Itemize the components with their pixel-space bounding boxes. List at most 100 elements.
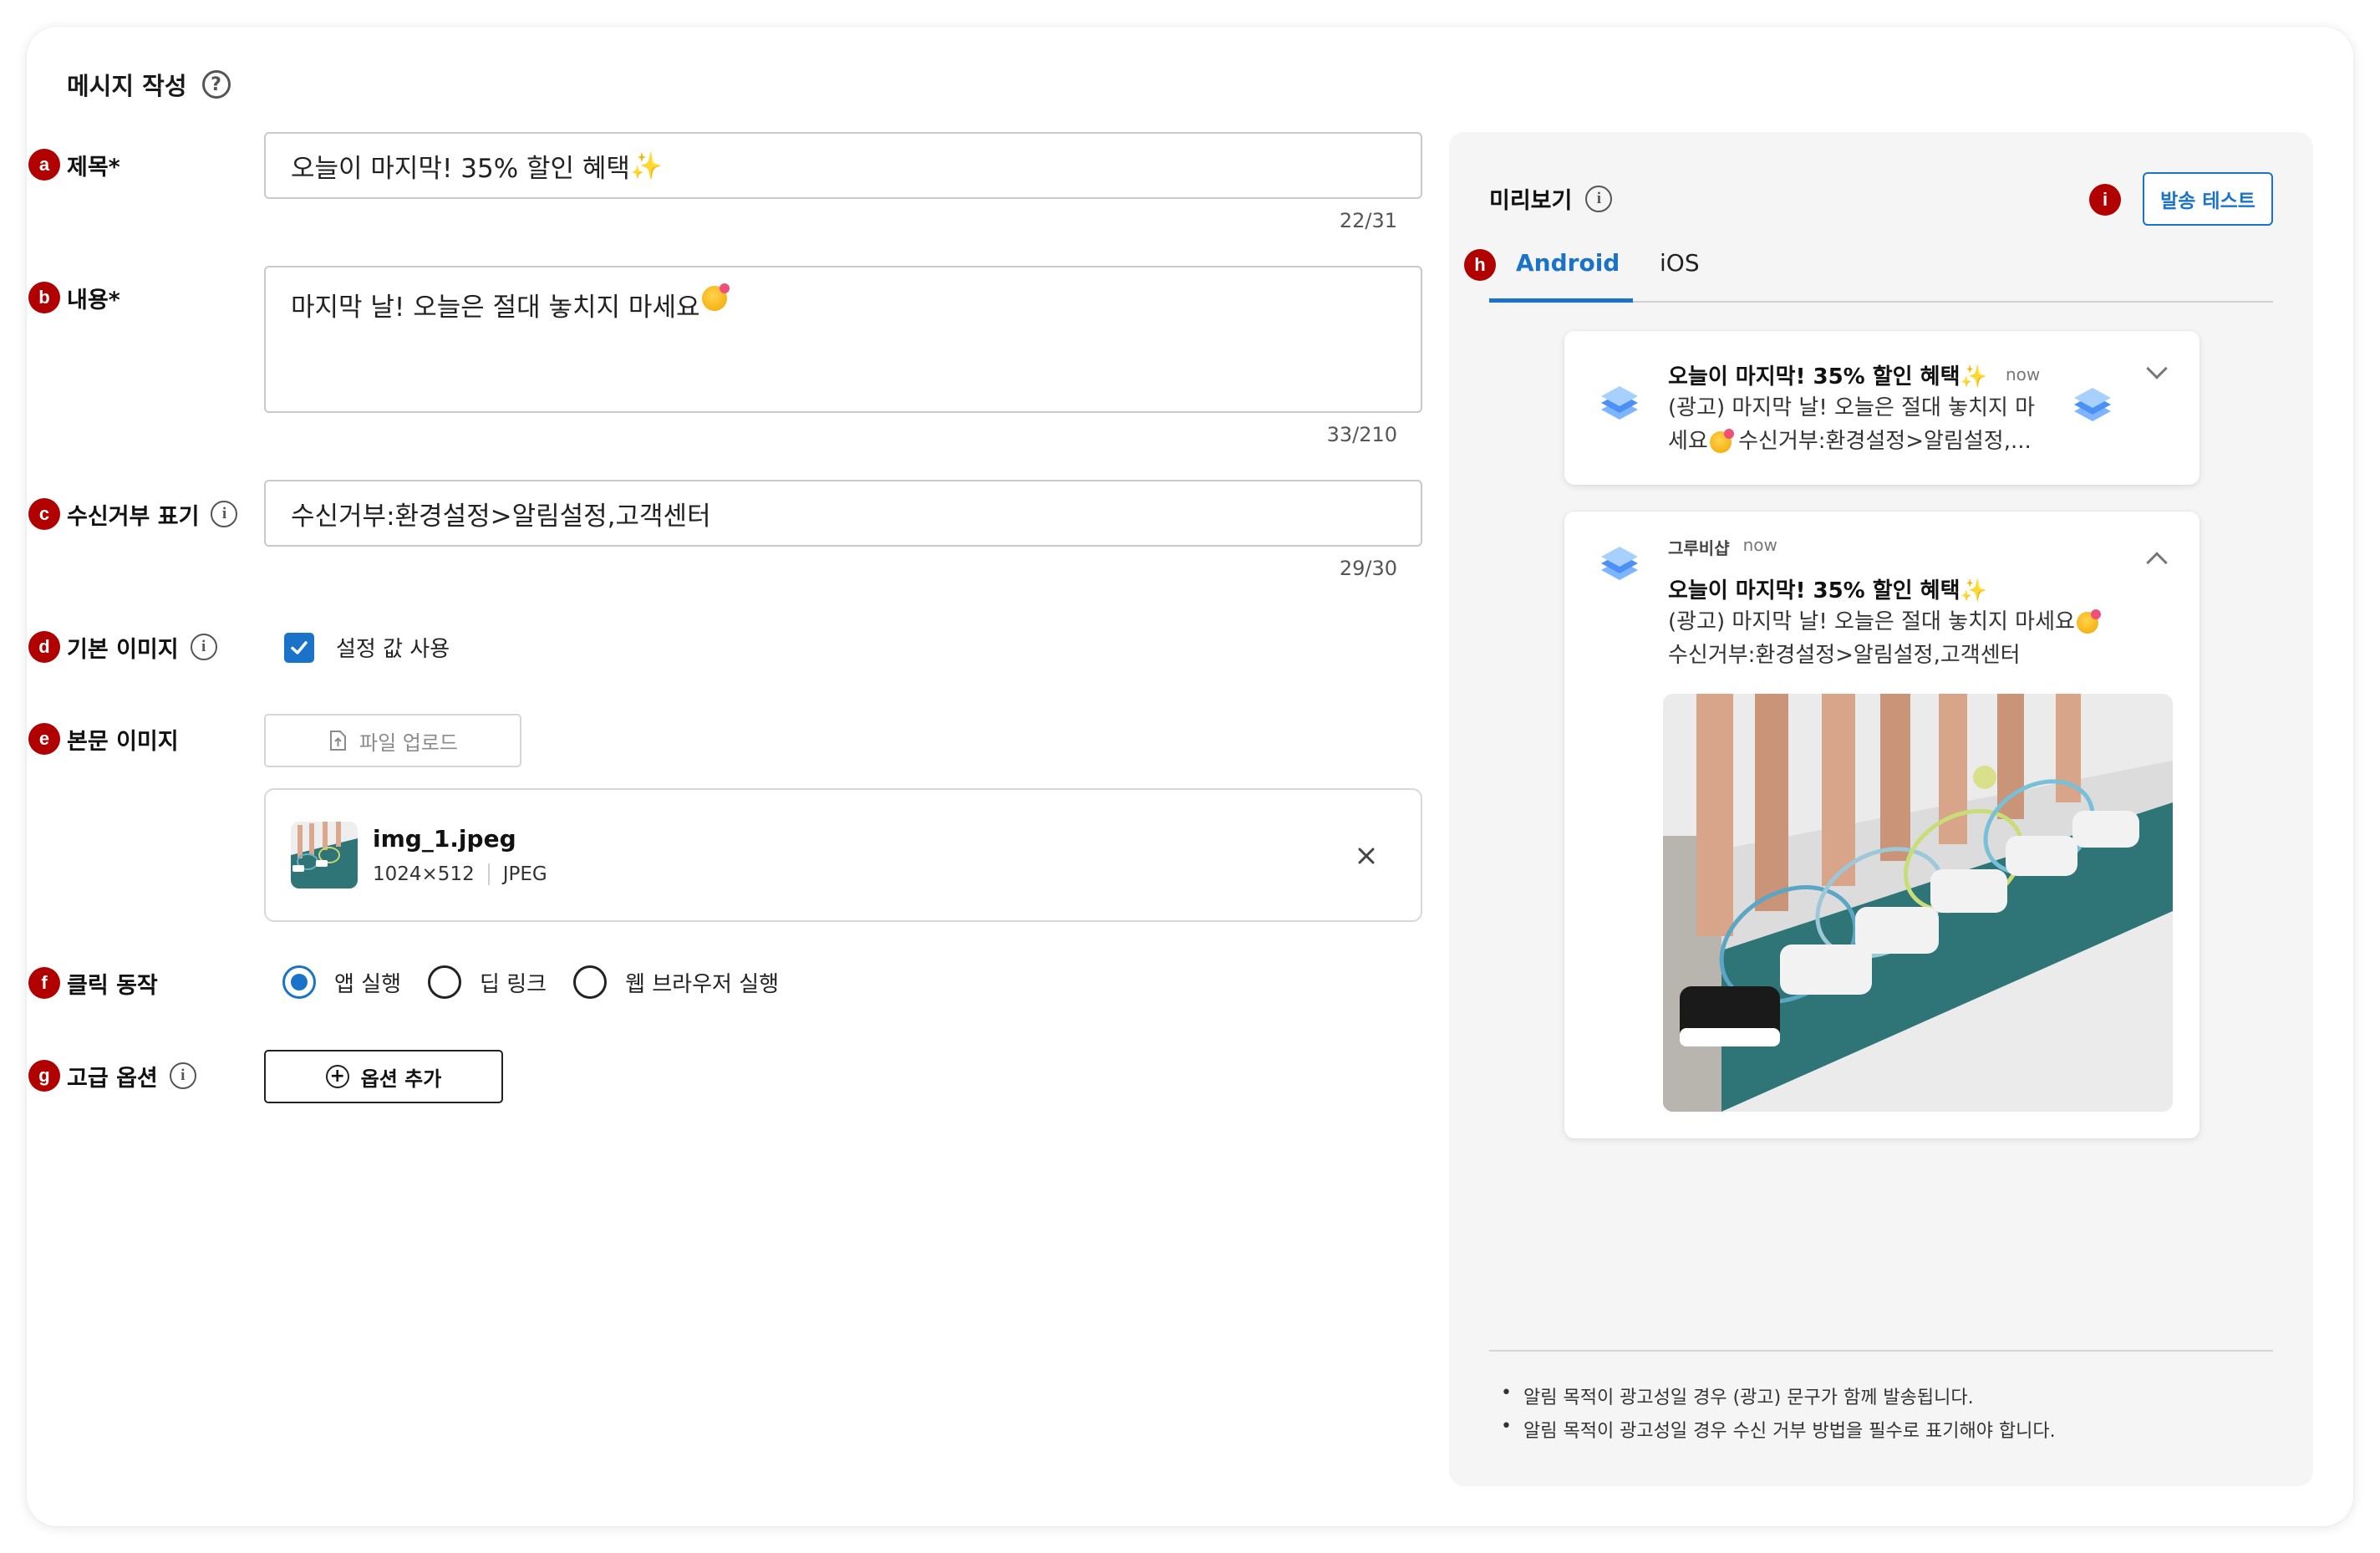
marker-b: b (28, 282, 60, 313)
collapsed-body-line1: (광고) 마지막 날! 오늘은 절대 놓치지 마 (1668, 395, 2036, 420)
remove-file-button[interactable] (1352, 842, 1381, 870)
help-icon[interactable]: ? (201, 70, 231, 99)
tab-active-indicator (1489, 298, 1633, 303)
marker-c: c (28, 498, 60, 530)
file-meta: 1024×512 JPEG (373, 863, 547, 885)
collapsed-body-line2: 세요 수신거부:환경설정>알림설정,... (1668, 425, 2032, 459)
content-textarea-value: 마지막 날! 오늘은 절대 놓치지 마세요 (291, 293, 700, 323)
opt-out-input[interactable]: 수신거부:환경설정>알림설정,고객센터 (264, 480, 1422, 547)
file-type: JPEG (502, 863, 547, 885)
file-thumbnail (291, 822, 358, 889)
opt-out-input-value: 수신거부:환경설정>알림설정,고객센터 (291, 501, 711, 532)
preview-title-text: 미리보기 (1489, 188, 1573, 214)
default-image-checkbox-row[interactable]: 설정 값 사용 (284, 632, 450, 663)
radio-web-browser-label[interactable]: 웹 브라우저 실행 (625, 967, 779, 998)
radio-app-launch[interactable] (282, 965, 316, 999)
chevron-up-icon[interactable] (2146, 552, 2168, 573)
party-face-emoji (701, 283, 730, 311)
click-action-label-text: 클릭 동작 (67, 972, 158, 999)
section-title: 메시지 작성 ? (67, 67, 231, 102)
info-icon[interactable]: i (211, 501, 238, 527)
marker-g: g (28, 1060, 60, 1092)
expanded-header: 그루비샵 now (1668, 535, 1777, 559)
radio-web-browser[interactable] (573, 965, 608, 999)
meta-divider (487, 863, 490, 885)
expanded-time: now (1742, 535, 1777, 555)
notification-image (1663, 694, 2173, 1112)
sparkle-emoji: ✨ (1960, 578, 1987, 603)
radio-deep-link-label[interactable]: 딥 링크 (480, 967, 547, 998)
uploaded-file-card: img_1.jpeg 1024×512 JPEG (264, 788, 1422, 922)
sparkle-emoji: ✨ (1960, 364, 1987, 390)
title-counter: 22/31 (1339, 209, 1397, 232)
add-option-button[interactable]: + 옵션 추가 (264, 1050, 503, 1103)
info-icon[interactable]: i (190, 634, 217, 660)
notification-expanded[interactable]: 그루비샵 now 오늘이 마지막! 35% 할인 혜택✨ (광고) 마지막 날!… (1564, 512, 2199, 1138)
marker-i: i (2089, 184, 2121, 216)
title-input[interactable]: 오늘이 마지막! 35% 할인 혜택 ✨ (264, 132, 1422, 199)
preview-title: 미리보기 i (1489, 182, 1613, 215)
marker-a: a (28, 149, 60, 181)
marker-h: h (1464, 249, 1496, 281)
file-upload-label: 파일 업로드 (359, 731, 459, 755)
body-image-label: 본문 이미지 (67, 723, 179, 755)
large-icon (2074, 388, 2111, 421)
party-face-emoji (2076, 608, 2101, 634)
file-dimensions: 1024×512 (373, 863, 475, 885)
notes-divider (1489, 1350, 2273, 1352)
collapsed-title: 오늘이 마지막! 35% 할인 혜택✨ (1668, 359, 1987, 390)
content-textarea[interactable]: 마지막 날! 오늘은 절대 놓치지 마세요 (264, 266, 1422, 413)
upload-file-icon (329, 731, 346, 751)
bullet: • (1501, 1382, 1512, 1403)
title-label-text: 제목* (67, 154, 120, 181)
radio-app-launch-label[interactable]: 앱 실행 (334, 967, 401, 998)
marker-e: e (28, 723, 60, 755)
file-upload-button[interactable]: 파일 업로드 (264, 714, 521, 767)
plus-circle-icon: + (325, 1065, 349, 1088)
collapsed-title-text: 오늘이 마지막! 35% 할인 혜택 (1668, 364, 1960, 390)
send-test-button[interactable]: 발송 테스트 (2143, 172, 2273, 226)
advanced-options-label-text: 고급 옵션 (67, 1065, 158, 1092)
collapsed-time: now (2006, 364, 2041, 384)
default-image-label: 기본 이미지 i (67, 631, 217, 663)
add-option-label: 옵션 추가 (360, 1067, 442, 1091)
marker-d: d (28, 631, 60, 663)
default-image-checkbox-label: 설정 값 사용 (336, 637, 450, 662)
section-title-text: 메시지 작성 (67, 72, 187, 100)
title-label: 제목* (67, 149, 120, 181)
close-icon (1358, 848, 1375, 864)
collapsed-body-line2-a: 세요 (1668, 429, 1708, 454)
marker-f: f (28, 967, 60, 999)
note-item: • 알림 목적이 광고성일 경우 수신 거부 방법을 필수로 표기해야 합니다. (1501, 1416, 2056, 1443)
expanded-body-line1-text: (광고) 마지막 날! 오늘은 절대 놓치지 마세요 (1668, 609, 2075, 634)
info-icon[interactable]: i (169, 1062, 196, 1089)
note-item: • 알림 목적이 광고성일 경우 (광고) 문구가 함께 발송됩니다. (1501, 1382, 1974, 1409)
click-action-label: 클릭 동작 (67, 967, 158, 999)
click-action-radio-group: 앱 실행 딥 링크 웹 브라우저 실행 (282, 965, 779, 999)
body-image-label-text: 본문 이미지 (67, 728, 179, 755)
expanded-body-line1: (광고) 마지막 날! 오늘은 절대 놓치지 마세요 (1668, 605, 2101, 639)
content-counter: 33/210 (1326, 423, 1397, 446)
note-text-2: 알림 목적이 광고성일 경우 수신 거부 방법을 필수로 표기해야 합니다. (1523, 1421, 2056, 1442)
advanced-options-label: 고급 옵션 i (67, 1060, 196, 1092)
sparkle-emoji: ✨ (629, 150, 663, 181)
chevron-down-icon[interactable] (2146, 358, 2168, 379)
note-text-1: 알림 목적이 광고성일 경우 (광고) 문구가 함께 발송됩니다. (1523, 1388, 1974, 1408)
radio-deep-link[interactable] (428, 965, 462, 999)
default-image-checkbox[interactable] (284, 632, 314, 663)
title-input-value: 오늘이 마지막! 35% 할인 혜택 (291, 153, 630, 184)
info-icon[interactable]: i (1585, 185, 1613, 212)
party-face-emoji (1709, 428, 1734, 453)
file-name: img_1.jpeg (373, 825, 516, 853)
opt-out-label-text: 수신거부 표기 (67, 503, 200, 530)
check-icon (291, 640, 308, 654)
opt-out-label: 수신거부 표기 i (67, 498, 238, 530)
collapsed-body-line2-b: 수신거부:환경설정>알림설정,... (1731, 429, 2032, 454)
notification-collapsed[interactable]: 오늘이 마지막! 35% 할인 혜택✨ now (광고) 마지막 날! 오늘은 … (1564, 331, 2199, 485)
tab-android[interactable]: Android (1516, 249, 1620, 277)
app-name: 그루비샵 (1668, 538, 1730, 558)
tab-ios[interactable]: iOS (1660, 249, 1700, 277)
expanded-body-line2: 수신거부:환경설정>알림설정,고객센터 (1668, 643, 2021, 668)
content-label-text: 내용* (67, 287, 120, 313)
app-icon (1601, 547, 1638, 580)
